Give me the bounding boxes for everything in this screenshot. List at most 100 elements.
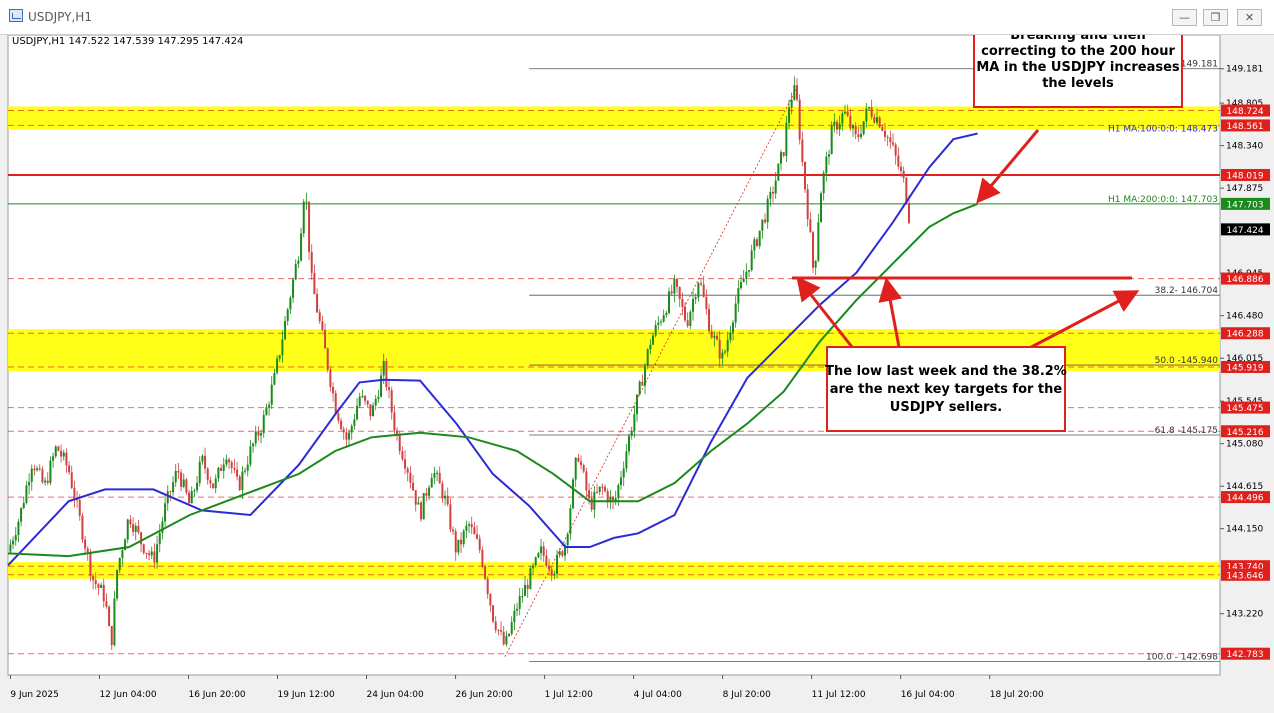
- candle-body-71: [198, 461, 201, 483]
- candle-body-322: [868, 107, 871, 109]
- candle-body-175: [476, 534, 479, 539]
- candle-body-59: [166, 491, 169, 504]
- candle-body-321: [865, 108, 868, 122]
- candle-body-6: [25, 485, 28, 503]
- candle-body-296: [798, 99, 801, 140]
- restore-icon: ❐: [1210, 11, 1221, 24]
- close-icon: ✕: [1244, 11, 1255, 24]
- price-tag-label-8: 145.475: [1226, 404, 1263, 414]
- candle-body-247: [668, 291, 671, 313]
- candle-body-261: [705, 296, 708, 310]
- candle-body-52: [148, 553, 151, 556]
- candle-body-216: [585, 471, 588, 491]
- fib-label-2: 50.0 -145.940: [1155, 356, 1219, 366]
- candle-body-114: [313, 272, 316, 295]
- candle-body-146: [398, 434, 401, 452]
- candle-body-278: [750, 250, 753, 271]
- candle-body-90: [249, 446, 252, 465]
- candle-body-22: [68, 465, 71, 473]
- candle-body-292: [788, 107, 791, 123]
- candle-body-302: [814, 260, 817, 268]
- candle-body-131: [358, 396, 361, 406]
- candle-body-333: [897, 155, 900, 167]
- candle-body-34: [100, 584, 103, 588]
- candle-body-286: [772, 191, 775, 194]
- candle-body-188: [510, 622, 513, 634]
- price-chart[interactable]: 149.18138.2- 146.70450.0 -145.94061.8 -1…: [2, 35, 1272, 711]
- candle-body-248: [670, 291, 673, 294]
- y-tick-label-3: 147.875: [1226, 184, 1263, 194]
- y-tick-label-5: 146.480: [1226, 312, 1263, 322]
- candle-body-197: [534, 557, 537, 566]
- candle-body-326: [878, 117, 881, 128]
- candle-body-115: [316, 294, 319, 313]
- candle-body-65: [182, 479, 185, 487]
- candle-body-91: [252, 443, 255, 447]
- candle-body-78: [217, 467, 220, 479]
- candle-body-277: [748, 270, 751, 272]
- x-tick-label-8: 8 Jul 20:00: [723, 690, 772, 700]
- candle-body-316: [852, 125, 855, 129]
- annotation-line: the levels: [1042, 76, 1114, 91]
- candle-body-260: [702, 284, 705, 297]
- candle-body-273: [737, 288, 740, 304]
- price-tag-label-0: 148.724: [1226, 107, 1263, 117]
- candle-body-51: [145, 552, 148, 554]
- candle-body-246: [665, 312, 668, 316]
- candle-body-174: [473, 527, 476, 535]
- candle-body-157: [428, 487, 431, 496]
- candle-body-173: [470, 524, 473, 528]
- candle-body-72: [201, 455, 204, 462]
- top-annotation-box: Breaking and then correcting to the 200 h…: [973, 35, 1183, 108]
- candle-body-189: [513, 610, 516, 623]
- candle-body-33: [97, 584, 100, 588]
- candle-body-58: [164, 503, 167, 522]
- candle-body-17: [54, 446, 57, 457]
- candle-body-218: [590, 498, 593, 510]
- candle-body-177: [481, 549, 484, 567]
- minimize-button[interactable]: —: [1172, 9, 1197, 26]
- price-tag-label-10: 144.496: [1226, 494, 1263, 504]
- candle-body-156: [425, 493, 428, 496]
- candle-body-242: [654, 324, 657, 336]
- candle-body-24: [73, 487, 76, 500]
- candle-body-293: [790, 100, 793, 108]
- candle-body-264: [713, 335, 716, 338]
- candle-body-98: [270, 384, 273, 405]
- candle-body-284: [766, 198, 769, 223]
- candle-body-307: [828, 154, 831, 157]
- candle-body-11: [38, 468, 41, 470]
- candle-body-56: [158, 532, 161, 545]
- candle-body-96: [265, 407, 268, 415]
- support-zone-0: [8, 106, 1220, 130]
- candle-body-200: [542, 546, 545, 556]
- candle-body-67: [188, 492, 191, 504]
- candle-body-99: [273, 372, 276, 385]
- candle-body-93: [257, 431, 260, 436]
- restore-button[interactable]: ❐: [1203, 9, 1228, 26]
- candle-body-94: [260, 433, 263, 436]
- candle-body-150: [409, 472, 412, 483]
- candle-body-23: [70, 472, 73, 488]
- x-tick-label-10: 16 Jul 04:00: [901, 690, 955, 700]
- candle-body-152: [414, 490, 417, 505]
- candle-body-169: [460, 539, 463, 545]
- candle-body-170: [462, 530, 465, 545]
- candle-body-222: [601, 486, 604, 488]
- candle-body-195: [529, 568, 532, 589]
- chart-area[interactable]: 149.181 38.2- 146.704 50.0 -145.940 61.8 -1…: [2, 35, 1272, 711]
- candle-body-75: [209, 480, 212, 484]
- candle-body-140: [382, 361, 385, 376]
- candle-body-82: [228, 459, 231, 463]
- candle-body-289: [780, 152, 783, 164]
- close-button[interactable]: ✕: [1237, 9, 1262, 26]
- y-tick-label-9: 144.615: [1226, 482, 1263, 492]
- candle-body-97: [268, 404, 271, 408]
- candle-body-262: [708, 309, 711, 332]
- candle-body-119: [326, 348, 329, 370]
- candle-body-172: [468, 524, 471, 526]
- candle-body-254: [686, 320, 689, 326]
- candle-body-36: [105, 601, 108, 607]
- x-tick-label-6: 1 Jul 12:00: [545, 690, 594, 700]
- candle-body-308: [830, 125, 833, 155]
